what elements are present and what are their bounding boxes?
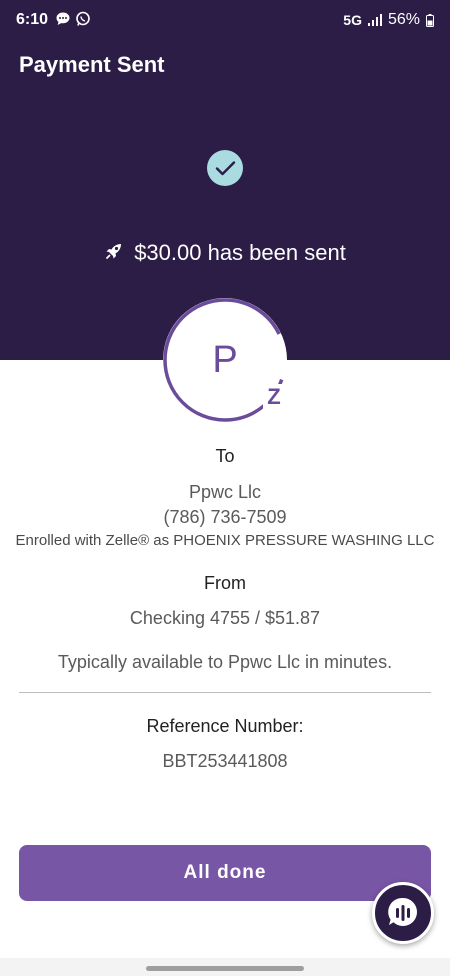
home-gesture-handle[interactable] bbox=[146, 966, 304, 971]
status-right: 5G 56% bbox=[343, 11, 434, 29]
battery-icon bbox=[426, 13, 434, 27]
reference-number: BBT253441808 bbox=[162, 751, 288, 771]
amount-sent-text: $30.00 has been sent bbox=[134, 240, 346, 265]
signal-icon bbox=[367, 14, 382, 26]
to-label: To bbox=[215, 446, 235, 466]
availability-note: Typically available to Ppwc Llc in minut… bbox=[57, 652, 393, 672]
amount-sent-message: $30.00 has been sent bbox=[0, 240, 450, 267]
chat-assistant-button[interactable] bbox=[372, 882, 434, 944]
chat-icon bbox=[388, 897, 417, 926]
all-done-button[interactable]: All done bbox=[19, 845, 431, 901]
from-label: From bbox=[204, 573, 246, 593]
rocket-icon bbox=[104, 241, 124, 267]
recipient-avatar: P Z bbox=[163, 298, 287, 422]
zelle-enrollment-text: Enrolled with Zelle® as PHOENIX PRESSURE… bbox=[15, 532, 435, 549]
reference-label: Reference Number: bbox=[146, 716, 304, 736]
notification-icons bbox=[55, 11, 91, 27]
battery-percent: 56% bbox=[387, 11, 420, 28]
zelle-icon: Z bbox=[263, 384, 285, 410]
recipient-name: Ppwc Llc bbox=[188, 482, 262, 502]
network-label: 5G bbox=[343, 12, 362, 28]
source-account: Checking 4755 / $51.87 bbox=[129, 608, 321, 628]
divider bbox=[19, 692, 431, 693]
status-bar: 6:10 5G 56% bbox=[0, 0, 450, 40]
page-title: Payment Sent bbox=[19, 52, 165, 77]
check-icon bbox=[207, 150, 243, 186]
whatsapp-icon bbox=[76, 11, 90, 26]
status-time: 6:10 bbox=[16, 11, 49, 28]
recipient-phone: (786) 736-7509 bbox=[163, 507, 287, 527]
message-icon bbox=[56, 12, 70, 25]
